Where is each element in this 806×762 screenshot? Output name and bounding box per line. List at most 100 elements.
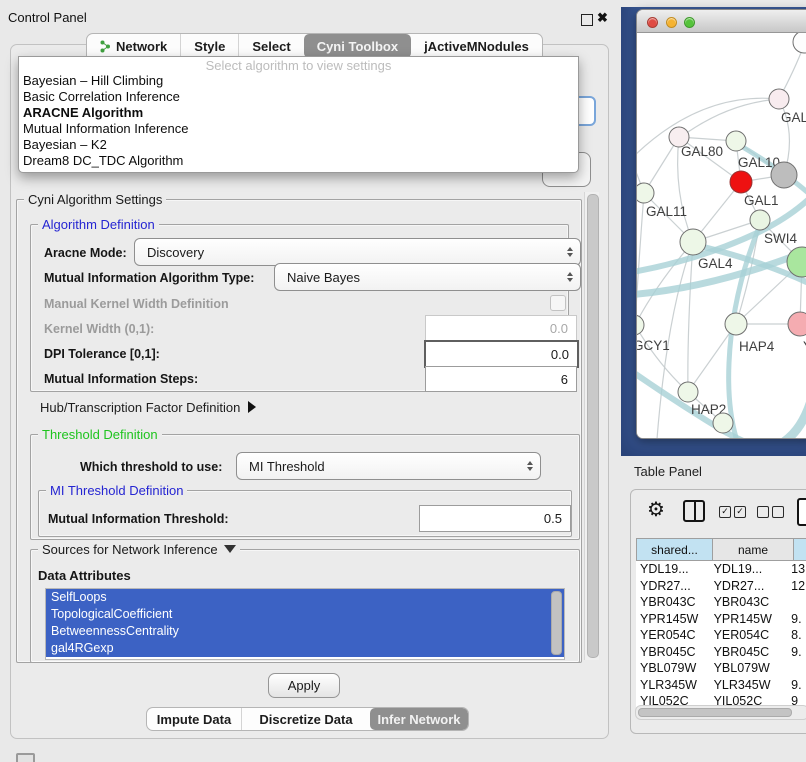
column-header-name[interactable]: name	[713, 538, 794, 561]
table-cell[interactable]: 13	[791, 562, 806, 576]
table-row[interactable]: YDR27...YDR27...12	[636, 578, 806, 595]
table-row[interactable]: YLR345WYLR345W9.	[636, 677, 806, 694]
network-canvas[interactable]: GALGAL80GAL10GAL1GAL11SWI4GAL4GCY1HAP4YH…	[637, 33, 806, 438]
network-node[interactable]	[725, 313, 747, 335]
table-cell[interactable]: YER054C	[712, 628, 792, 642]
select-all-icon[interactable]: ✓✓	[719, 506, 746, 518]
network-node[interactable]	[637, 183, 654, 203]
settings-scrollbar-thumb[interactable]	[587, 194, 599, 658]
network-node-label: GAL11	[646, 204, 687, 219]
table-row[interactable]: YBR043CYBR043C	[636, 594, 806, 611]
settings-scrollbar[interactable]	[584, 192, 599, 660]
algorithm-option[interactable]: Dream8 DC_TDC Algorithm	[19, 153, 578, 169]
deselect-all-icon[interactable]	[757, 506, 784, 518]
data-attribute-item[interactable]: SelfLoops	[46, 589, 564, 606]
table-cell[interactable]: YDR27...	[636, 579, 712, 593]
table-row[interactable]: YER054CYER054C8.	[636, 627, 806, 644]
table-cell[interactable]: YBL079W	[636, 661, 712, 675]
table-body[interactable]: YDL19...YDL19...13YDR27...YDR27...12YBR0…	[636, 561, 806, 707]
apply-button[interactable]: Apply	[268, 673, 340, 698]
minimize-traffic-light-icon[interactable]	[666, 17, 677, 28]
table-row[interactable]: YBL079WYBL079W	[636, 660, 806, 677]
which-threshold-combo[interactable]: MI Threshold	[236, 452, 541, 480]
manual-kernel-checkbox[interactable]	[550, 295, 566, 311]
network-view-window[interactable]: GALGAL80GAL10GAL1GAL11SWI4GAL4GCY1HAP4YH…	[636, 9, 806, 439]
tab-cyni-toolbox[interactable]: Cyni Toolbox	[304, 34, 411, 58]
network-node[interactable]	[637, 315, 644, 335]
split-view-icon[interactable]	[683, 500, 705, 522]
table-hscrollbar[interactable]	[635, 705, 806, 720]
network-node[interactable]	[771, 162, 797, 188]
attributes-scrollbar[interactable]	[551, 591, 562, 655]
table-cell[interactable]: 8.	[791, 628, 806, 642]
network-window-titlebar[interactable]	[637, 10, 806, 33]
mi-threshold-field[interactable]: 0.5	[419, 505, 571, 532]
dpi-tolerance-field[interactable]: 0.0	[424, 340, 579, 368]
table-cell[interactable]: 9.	[791, 678, 806, 692]
table-cell[interactable]: YPR145W	[636, 612, 712, 626]
close-traffic-light-icon[interactable]	[647, 17, 658, 28]
sources-group-title[interactable]: Sources for Network Inference	[38, 542, 240, 557]
table-cell[interactable]: YBR045C	[712, 645, 792, 659]
mini-panel-button[interactable]	[16, 753, 35, 762]
tab-select[interactable]: Select	[238, 34, 303, 58]
float-panel-icon[interactable]	[581, 14, 593, 26]
table-cell[interactable]: YLR345W	[636, 678, 712, 692]
table-cell[interactable]: YBR045C	[636, 645, 712, 659]
table-cell[interactable]: YLR345W	[712, 678, 792, 692]
network-node[interactable]	[750, 210, 770, 230]
zoom-traffic-light-icon[interactable]	[684, 17, 695, 28]
column-header-shared-name[interactable]: shared...	[636, 538, 713, 561]
table-cell[interactable]: YER054C	[636, 628, 712, 642]
network-node[interactable]	[678, 382, 698, 402]
tab-infer-network[interactable]: Infer Network	[370, 708, 468, 730]
table-row[interactable]: YDL19...YDL19...13	[636, 561, 806, 578]
table-row[interactable]: YBR045CYBR045C9.	[636, 644, 806, 661]
network-node[interactable]	[713, 413, 733, 433]
hub-tf-section[interactable]: Hub/Transcription Factor Definition	[40, 400, 256, 415]
data-attribute-item[interactable]: gal4RGexp	[46, 640, 564, 657]
gear-icon[interactable]: ⚙	[647, 497, 665, 522]
algorithm-option[interactable]: ARACNE Algorithm	[19, 105, 578, 121]
algorithm-option[interactable]: Bayesian – K2	[19, 137, 578, 153]
table-cell[interactable]: YDL19...	[636, 562, 712, 576]
tab-impute-data[interactable]: Impute Data	[147, 708, 241, 730]
table-cell[interactable]: 9.	[791, 645, 806, 659]
mi-steps-field[interactable]: 6	[425, 366, 577, 392]
network-node[interactable]	[730, 171, 752, 193]
tab-jactivemnodules[interactable]: jActiveMNodules	[411, 34, 542, 58]
network-node[interactable]	[793, 33, 806, 53]
table-cell[interactable]: YPR145W	[712, 612, 792, 626]
tab-discretize-data[interactable]: Discretize Data	[241, 708, 370, 730]
mi-type-combo[interactable]: Naive Bayes	[274, 263, 581, 291]
table-cell[interactable]: YBR043C	[712, 595, 792, 609]
network-node[interactable]	[680, 229, 706, 255]
network-node-label: GAL4	[698, 256, 733, 271]
tab-network[interactable]: Network	[87, 34, 180, 58]
collapse-down-icon[interactable]	[224, 545, 236, 553]
expand-right-icon[interactable]	[248, 401, 256, 413]
function-builder-icon[interactable]	[797, 498, 806, 526]
close-panel-icon[interactable]: ✖	[597, 10, 608, 26]
column-header-partial[interactable]	[794, 538, 806, 561]
network-node[interactable]	[788, 312, 806, 336]
table-cell[interactable]: 12	[791, 579, 806, 593]
tab-style[interactable]: Style	[180, 34, 238, 58]
algorithm-option[interactable]: Mutual Information Inference	[19, 121, 578, 137]
algorithm-option[interactable]: Basic Correlation Inference	[19, 89, 578, 105]
data-attributes-list[interactable]: SelfLoopsTopologicalCoefficientBetweenne…	[45, 588, 565, 660]
network-node[interactable]	[769, 89, 789, 109]
table-hscrollbar-thumb[interactable]	[638, 708, 792, 717]
network-node[interactable]	[726, 131, 746, 151]
table-cell[interactable]: 9.	[791, 612, 806, 626]
kernel-width-field[interactable]: 0.0	[425, 315, 577, 341]
table-cell[interactable]: YDR27...	[712, 579, 792, 593]
aracne-mode-combo[interactable]: Discovery	[134, 238, 581, 266]
table-row[interactable]: YPR145WYPR145W9.	[636, 611, 806, 628]
data-attribute-item[interactable]: BetweennessCentrality	[46, 623, 564, 640]
data-attribute-item[interactable]: TopologicalCoefficient	[46, 606, 564, 623]
table-cell[interactable]: YDL19...	[712, 562, 792, 576]
table-cell[interactable]: YBL079W	[712, 661, 792, 675]
table-cell[interactable]: YBR043C	[636, 595, 712, 609]
algorithm-option[interactable]: Bayesian – Hill Climbing	[19, 73, 578, 89]
